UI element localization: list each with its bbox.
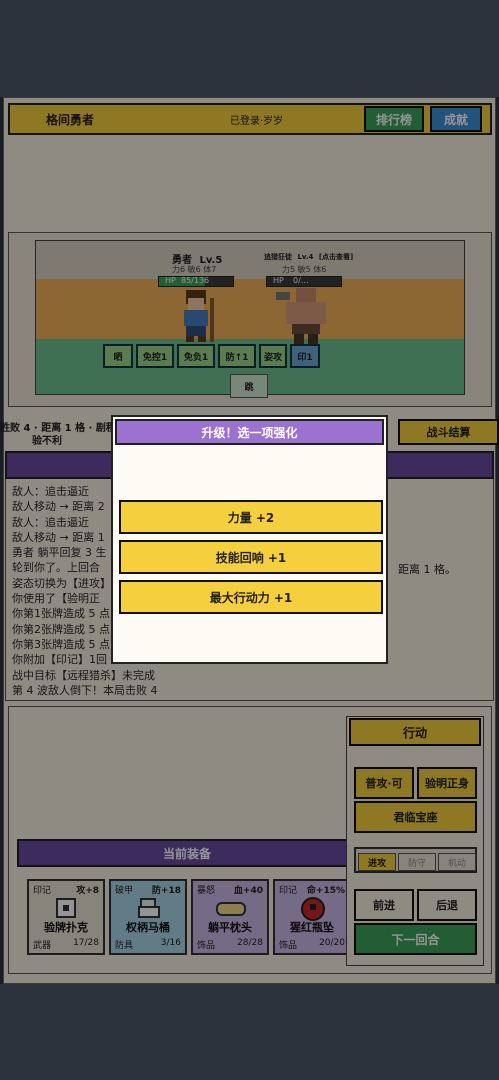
equipment-card[interactable]: 印记 攻+8 验牌扑克 武器 17/28	[27, 879, 105, 955]
settle-button[interactable]: 战斗结算	[398, 419, 499, 445]
battle-status: 胜败 4 · 距离 1 格 · 剧程 3	[0, 423, 127, 434]
enemy-stats: 力5 敏5 体6	[282, 265, 327, 274]
leaderboard-button[interactable]: 排行榜	[364, 106, 424, 132]
battle-status-note: 验不利	[32, 436, 62, 447]
enemy-name-text: 追猎狂徒	[264, 253, 292, 261]
treasure-button[interactable]: 君临宝座	[354, 801, 477, 833]
skip-button[interactable]: 跳	[230, 374, 268, 398]
equip-bonus: 血+40	[233, 886, 263, 896]
pillow-icon	[216, 902, 246, 916]
equip-tag: 印记	[279, 886, 298, 896]
equipment-card[interactable]: 破甲 防+18 权柄马桶 防具 3/16	[109, 879, 187, 955]
enemy-hp-label: HP	[273, 276, 284, 285]
equip-count: 20/20	[319, 938, 345, 948]
equip-type: 饰品	[197, 941, 216, 951]
verify-button[interactable]: 验明正身	[417, 767, 477, 799]
equip-type: 防具	[115, 941, 134, 951]
poker-card-icon	[56, 898, 76, 918]
equip-type: 饰品	[279, 941, 298, 951]
upgrade-option-skill-echo[interactable]: 技能回响 +1	[119, 540, 383, 574]
equip-name: 躺平枕头	[208, 921, 252, 934]
game-title: 格间勇者	[46, 113, 95, 127]
modal-title: 升级！选一项强化	[201, 425, 298, 440]
equip-count: 28/28	[237, 938, 263, 948]
skill-tag[interactable]: 免负1	[177, 344, 215, 368]
hero-sprite[interactable]	[172, 288, 222, 344]
stance-defend[interactable]: 防守	[398, 853, 436, 871]
equip-bonus: 攻+8	[76, 886, 99, 896]
hero-hp-bar: HP 85/136	[158, 276, 234, 287]
equip-tag: 印记	[33, 886, 52, 896]
equipment-card[interactable]: 印记 命+15% 猩红瓶坠 饰品 20/20	[273, 879, 351, 955]
equipment-header: 当前装备	[17, 839, 357, 867]
equip-count: 17/28	[73, 938, 99, 948]
enemy-name[interactable]: 追猎狂徒 Lv.4 [点击查看]	[264, 252, 353, 262]
stance-selector: 进攻 防守 机动	[354, 847, 477, 873]
skill-tag[interactable]: 姿攻	[259, 344, 287, 368]
enemy-sprite[interactable]	[276, 286, 336, 346]
back-button[interactable]: 后退	[417, 889, 477, 921]
log-side-note: 距离 1 格。	[398, 563, 456, 576]
stance-attack[interactable]: 进攻	[358, 853, 396, 871]
hero-stats: 力6 敏6 体7	[172, 265, 217, 274]
upgrade-option-strength[interactable]: 力量 +2	[119, 500, 383, 534]
skill-tag[interactable]: 晒	[103, 344, 133, 368]
equipment-card[interactable]: 暴怒 血+40 躺平枕头 饰品 28/28	[191, 879, 269, 955]
log-line: 战中目标【远程猎杀】未完成	[12, 668, 155, 682]
log-line: 第 4 波敌人倒下！本局击败 4	[12, 683, 158, 697]
equip-name: 猩红瓶坠	[290, 921, 334, 934]
skill-tag[interactable]: 免控1	[136, 344, 174, 368]
enemy-inspect-link[interactable]: [点击查看]	[319, 253, 353, 261]
stance-mobile[interactable]: 机动	[438, 853, 476, 871]
equip-type: 武器	[33, 941, 52, 951]
normal-attack-button[interactable]: 普攻·可	[354, 767, 414, 799]
equip-tag: 暴怒	[197, 886, 216, 896]
equipment-title: 当前装备	[162, 846, 211, 861]
upgrade-option-max-action[interactable]: 最大行动力 +1	[119, 580, 383, 614]
skill-tag[interactable]: 防↑1	[218, 344, 256, 368]
enemy-level: Lv.4	[297, 253, 314, 261]
modal-header: 升级！选一项强化	[115, 419, 384, 445]
forward-button[interactable]: 前进	[354, 889, 414, 921]
hero-hp-label: HP	[165, 276, 176, 285]
equip-bonus: 防+18	[151, 886, 181, 896]
enemy-hp-text: 0/…	[293, 276, 309, 285]
action-title: 行动	[349, 718, 481, 746]
achievements-button[interactable]: 成就	[430, 106, 482, 132]
login-status: 已登录·岁岁	[230, 116, 284, 127]
equip-tag: 破甲	[115, 886, 134, 896]
equip-name: 权柄马桶	[126, 921, 170, 934]
pendant-icon	[301, 897, 325, 921]
equip-name: 验牌扑克	[44, 921, 88, 934]
equip-count: 3/16	[160, 938, 181, 948]
toilet-icon	[138, 898, 160, 918]
battle-scene	[35, 240, 465, 395]
hero-hp-text: 85/136	[181, 276, 210, 285]
next-round-button[interactable]: 下一回合	[354, 923, 477, 955]
levelup-modal: 升级！选一项强化 力量 +2 技能回响 +1 最大行动力 +1	[111, 415, 388, 664]
skill-tag[interactable]: 印1	[290, 344, 320, 368]
